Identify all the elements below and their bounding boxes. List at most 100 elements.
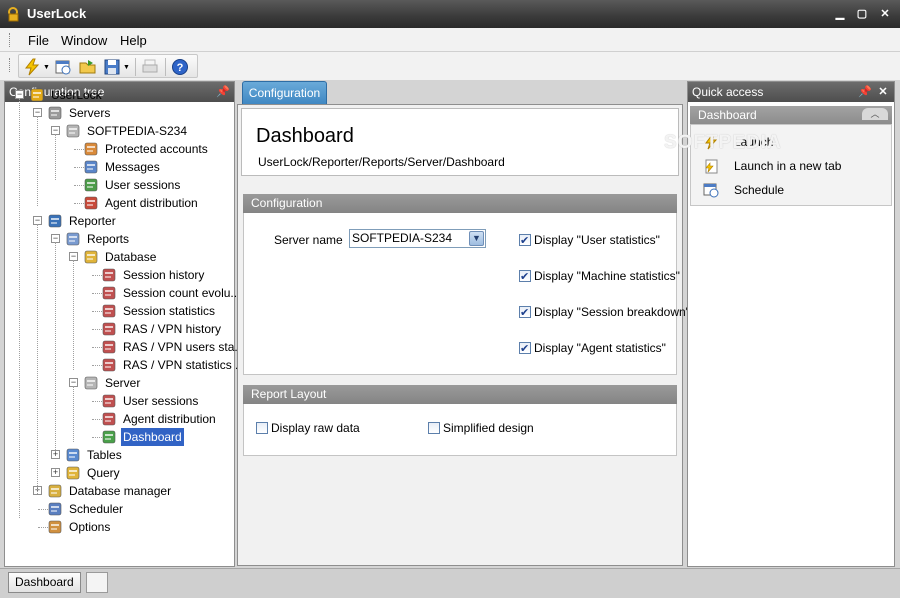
checkbox-box[interactable]	[256, 422, 268, 434]
toolbar-grip[interactable]	[9, 58, 12, 72]
tree-item-label: Session history	[123, 268, 205, 282]
server-icon	[83, 375, 99, 391]
tree-item-label: Reports	[87, 232, 130, 246]
chevron-down-icon[interactable]: ▼	[469, 231, 484, 246]
menu-file[interactable]: File	[28, 33, 49, 48]
configuration-tree-panel: Configuration tree 📌 − UserLock − Servers − S…	[4, 81, 245, 567]
display-option-label: Display "Agent statistics"	[534, 341, 666, 355]
title-bar: UserLock ▁ ▢ ✕	[0, 0, 900, 28]
svg-text:?: ?	[177, 62, 184, 74]
tree-item-label: Server	[105, 376, 141, 390]
report-icon	[101, 357, 117, 373]
open-folder-icon[interactable]	[79, 58, 97, 76]
database-icon	[83, 249, 99, 265]
dashboard-icon	[101, 429, 117, 445]
schedule-label: Schedule	[734, 183, 785, 197]
print-icon[interactable]	[141, 58, 159, 76]
tree-connector	[19, 98, 20, 518]
menu-grip[interactable]	[9, 33, 12, 47]
tree-item-label: RAS / VPN history	[123, 322, 222, 336]
pin-icon[interactable]: 📌	[858, 85, 872, 99]
tree-item-label: Session count evolu...	[123, 286, 241, 300]
report-icon	[101, 393, 117, 409]
display-raw-data-label: Display raw data	[271, 421, 360, 435]
toolbar-separator	[135, 58, 136, 76]
pin-icon[interactable]: 📌	[216, 85, 230, 99]
server-name-label: Server name	[274, 233, 343, 247]
tree-item-label: User sessions	[123, 394, 199, 408]
help-icon[interactable]: ?	[171, 58, 189, 76]
lightning-icon[interactable]	[23, 58, 41, 76]
configuration-section-header: Configuration	[243, 194, 677, 213]
tree-connector	[55, 242, 56, 452]
display-option-label: Display "Session breakdown"	[534, 305, 690, 319]
simplified-design-label: Simplified design	[443, 421, 534, 435]
chevron-down-icon[interactable]: ▼	[43, 64, 50, 71]
tree-item-label: Session statistics	[123, 304, 216, 318]
server-icon	[65, 123, 81, 139]
report-icon	[101, 321, 117, 337]
tree-item-label: Servers	[69, 106, 111, 120]
tree-connector	[73, 260, 74, 370]
tree-item-label: Database manager	[69, 484, 172, 498]
menu-bar: File Window Help	[0, 28, 900, 52]
toolbar: ▼ ▼ ?	[0, 52, 900, 80]
close-icon[interactable]: ✕	[876, 85, 890, 99]
tree-item-label: User sessions	[105, 178, 181, 192]
maximize-icon[interactable]: ▢	[853, 6, 871, 22]
softpedia-watermark: SOFTPEDIA	[664, 132, 782, 153]
page-title: Dashboard	[256, 125, 354, 147]
menu-window[interactable]: Window	[61, 33, 107, 48]
expand-icon[interactable]: +	[51, 468, 60, 477]
tree-connector	[73, 386, 74, 442]
collapse-icon[interactable]: ︿	[862, 108, 888, 120]
chevron-down-icon[interactable]: ▼	[123, 64, 130, 71]
tree-item-label: UserLock	[51, 88, 102, 102]
window-title: UserLock	[27, 6, 87, 21]
tree-item-label: Agent distribution	[105, 196, 198, 210]
tree-connector	[55, 134, 56, 180]
server-name-select[interactable]: SOFTPEDIA-S234 ▼	[349, 229, 486, 248]
save-icon[interactable]	[103, 58, 121, 76]
tree-item-label: Query	[87, 466, 120, 480]
tree-item-label: SOFTPEDIA-S234	[87, 124, 188, 138]
checkbox-box[interactable]	[519, 341, 531, 357]
status-tab-empty[interactable]	[86, 572, 108, 593]
tab-configuration[interactable]: Configuration	[242, 81, 327, 105]
checkbox-box[interactable]	[519, 305, 531, 321]
quick-access-group-header[interactable]: Dashboard ︿	[690, 106, 892, 124]
database-manager-icon	[47, 483, 63, 499]
menu-help[interactable]: Help	[120, 33, 147, 48]
agent-icon	[83, 195, 99, 211]
tree-item-label: Dashboard	[121, 428, 184, 446]
report-layout-section: Display raw data Simplified design	[243, 404, 677, 456]
checkbox-box[interactable]	[519, 269, 531, 285]
minimize-icon[interactable]: ▁	[831, 6, 849, 22]
tree-item-label: Agent distribution	[123, 412, 216, 426]
reporter-icon	[47, 213, 63, 229]
status-tab-dashboard[interactable]: Dashboard	[8, 572, 81, 593]
checkbox-box[interactable]	[428, 422, 440, 434]
schedule-icon[interactable]	[54, 58, 72, 76]
tree-item-label: Reporter	[69, 214, 116, 228]
options-icon	[47, 519, 63, 535]
report-icon	[101, 411, 117, 427]
servers-icon	[47, 105, 63, 121]
tree-item-label: RAS / VPN statistics ...	[123, 358, 246, 372]
checkbox-box[interactable]	[519, 233, 531, 249]
close-icon[interactable]: ✕	[876, 6, 894, 22]
scheduler-icon	[47, 501, 63, 517]
report-layout-section-header: Report Layout	[243, 385, 677, 404]
report-icon	[101, 303, 117, 319]
userlock-icon	[29, 87, 45, 103]
display-option-label: Display "User statistics"	[534, 233, 660, 247]
tables-icon	[65, 447, 81, 463]
dashboard-header: Dashboard UserLock/Reporter/Reports/Serv…	[241, 108, 679, 176]
quick-access-title: Quick access	[692, 85, 764, 99]
display-option-label: Display "Machine statistics"	[534, 269, 680, 283]
tree-item-label: Database	[105, 250, 157, 264]
sessions-icon	[83, 177, 99, 193]
breadcrumb: UserLock/Reporter/Reports/Server/Dashboa…	[258, 155, 505, 169]
report-icon	[101, 267, 117, 283]
launch-new-tab-label: Launch in a new tab	[734, 159, 842, 173]
